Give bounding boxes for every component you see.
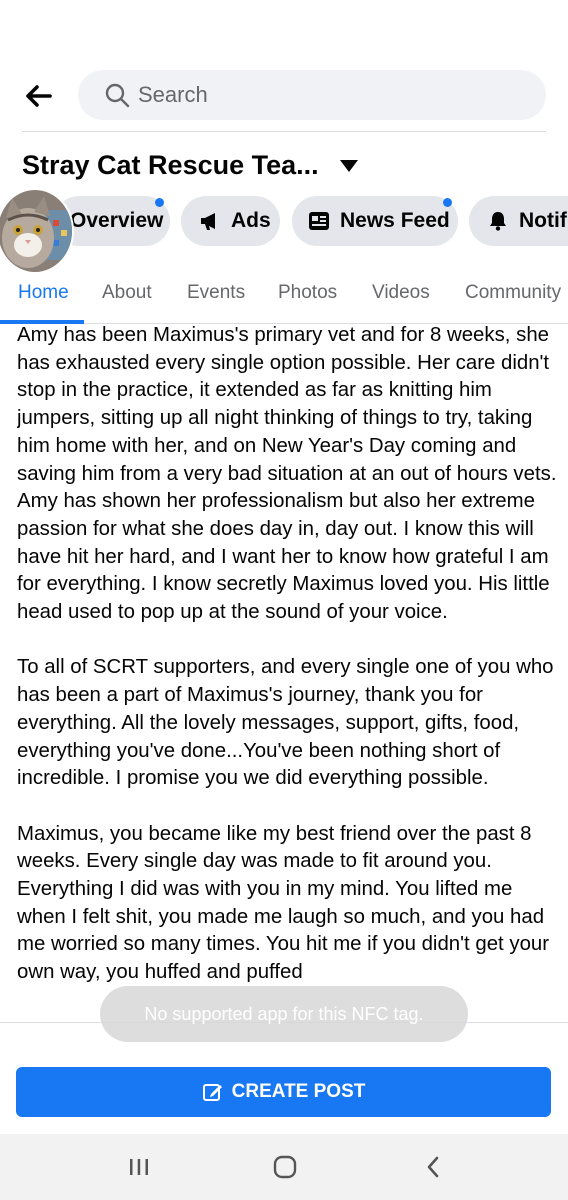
create-post-button[interactable]: CREATE POST (16, 1067, 551, 1117)
system-back-button[interactable] (418, 1152, 448, 1182)
tab-videos[interactable]: Videos (372, 282, 430, 304)
cat-profile-photo (0, 190, 72, 272)
page-title: Stray Cat Rescue Tea... (22, 150, 319, 180)
tab-photos[interactable]: Photos (278, 282, 337, 304)
overview-label: Overview (70, 209, 164, 232)
back-arrow-icon (26, 85, 52, 107)
search-bar[interactable]: Search (78, 70, 546, 120)
news-feed-button[interactable]: News Feed (292, 196, 458, 246)
edit-icon (202, 1084, 222, 1101)
notification-dot (443, 198, 452, 207)
tab-about[interactable]: About (102, 282, 152, 304)
notification-dot (155, 198, 164, 207)
ads-label: Ads (231, 209, 271, 232)
post-paragraph: Maximus, you became like my best friend … (17, 822, 550, 984)
search-icon (105, 83, 130, 108)
post-paragraph: Amy has been Maximus's primary vet and f… (17, 324, 557, 624)
caret-down-icon (339, 159, 358, 172)
tab-home[interactable]: Home (18, 282, 69, 304)
megaphone-icon (201, 213, 215, 230)
home-button[interactable] (270, 1152, 300, 1182)
post-body: Amy has been Maximus's primary vet and f… (17, 322, 557, 1022)
tab-events[interactable]: Events (187, 282, 245, 304)
recent-apps-icon (130, 1159, 148, 1175)
create-post-label: CREATE POST (231, 1081, 366, 1102)
back-button[interactable] (18, 76, 58, 116)
post-paragraph: To all of SCRT supporters, and every sin… (17, 656, 554, 790)
top-bar: Search (0, 0, 568, 132)
tab-community[interactable]: Community (465, 282, 561, 304)
notifications-label: Notifi (519, 209, 568, 232)
recent-apps-button[interactable] (124, 1152, 154, 1182)
news-feed-icon (309, 212, 329, 230)
page-actions-row: Overview Ads News Feed Notifi (0, 196, 568, 246)
news-feed-label: News Feed (340, 209, 450, 232)
chevron-left-icon (427, 1156, 439, 1178)
notifications-button[interactable]: Notifi (469, 196, 568, 246)
facebook-page-view: Search Stray Cat Rescue Tea... Overview … (0, 0, 568, 1200)
bell-icon (490, 212, 506, 231)
system-toast: No supported app for this NFC tag. (100, 986, 468, 1042)
search-placeholder: Search (138, 82, 208, 107)
page-tabs: Home About Events Photos Videos Communit… (0, 266, 568, 324)
ads-button[interactable]: Ads (181, 196, 280, 246)
page-avatar[interactable] (0, 188, 74, 274)
system-navigation-bar (0, 1134, 568, 1200)
home-icon (273, 1155, 297, 1179)
page-switcher[interactable]: Stray Cat Rescue Tea... (22, 150, 359, 181)
divider (22, 131, 546, 132)
